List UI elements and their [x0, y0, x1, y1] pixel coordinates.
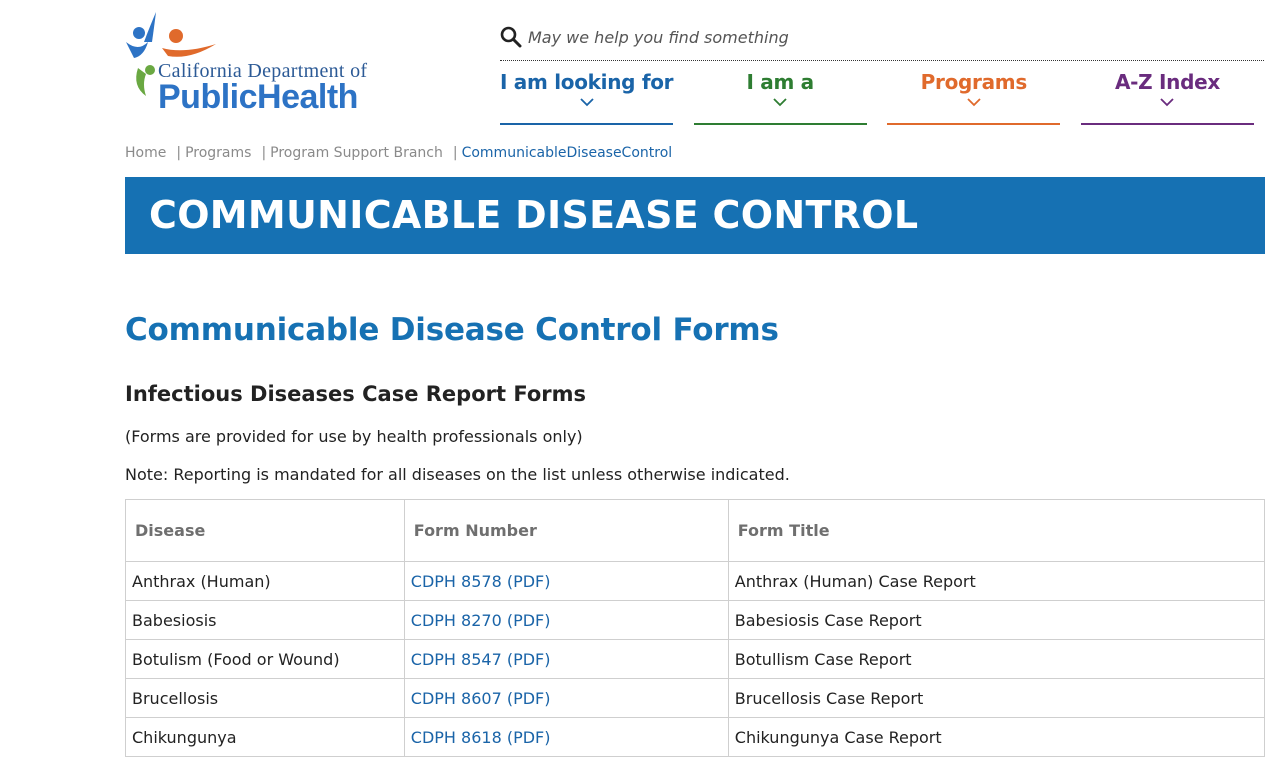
- page-banner: COMMUNICABLE DISEASE CONTROL: [125, 177, 1265, 254]
- table-row: Botulism (Food or Wound) CDPH 8547 (PDF)…: [125, 639, 1266, 679]
- chevron-down-icon: [967, 98, 981, 107]
- form-number-link[interactable]: CDPH 8618 (PDF): [403, 717, 729, 757]
- chevron-down-icon: [1160, 98, 1175, 107]
- nav-label: Programs: [920, 70, 1028, 94]
- chevron-down-icon: [579, 98, 594, 107]
- nav-i-am-a[interactable]: I am a: [693, 66, 867, 125]
- table-row: Anthrax (Human) CDPH 8578 (PDF) Anthrax …: [125, 561, 1266, 601]
- header-disease: Disease: [125, 499, 405, 562]
- breadcrumb-home[interactable]: Home: [125, 145, 166, 161]
- nav-programs[interactable]: Programs: [887, 66, 1061, 125]
- banner-title: COMMUNICABLE DISEASE CONTROL: [149, 193, 919, 237]
- header-form-number: Form Number: [403, 499, 729, 562]
- form-number-link[interactable]: CDPH 8607 (PDF): [403, 678, 729, 718]
- logo-publichealth-text: PublicHealth: [158, 78, 358, 116]
- cdph-logo[interactable]: California Department of PublicHealth: [124, 8, 404, 120]
- search-icon[interactable]: [500, 26, 522, 48]
- form-title-cell: Chikungunya Case Report: [727, 717, 1266, 757]
- site-search: [500, 22, 1264, 61]
- table-header-row: Disease Form Number Form Title: [125, 499, 1266, 562]
- breadcrumb-program-support-branch[interactable]: Program Support Branch: [270, 145, 443, 161]
- header-form-title: Form Title: [727, 499, 1266, 562]
- page-title: Communicable Disease Control Forms: [125, 312, 779, 348]
- form-title-cell: Brucellosis Case Report: [727, 678, 1266, 718]
- form-number-link[interactable]: CDPH 8578 (PDF): [403, 561, 729, 601]
- form-title-cell: Babesiosis Case Report: [727, 600, 1266, 640]
- forms-usage-note: (Forms are provided for use by health pr…: [125, 427, 583, 446]
- nav-a-z-index[interactable]: A-Z Index: [1080, 66, 1254, 125]
- reporting-note: Note: Reporting is mandated for all dise…: [125, 465, 790, 484]
- nav-label: I am looking for: [500, 70, 674, 94]
- nav-label: A-Z Index: [1114, 70, 1220, 94]
- breadcrumb-current[interactable]: CommunicableDiseaseControl: [462, 145, 673, 161]
- breadcrumb-separator: |: [452, 145, 458, 161]
- disease-cell: Botulism (Food or Wound): [125, 639, 405, 679]
- table-row: Chikungunya CDPH 8618 (PDF) Chikungunya …: [125, 717, 1266, 757]
- disease-cell: Chikungunya: [125, 717, 405, 757]
- form-title-cell: Botullism Case Report: [727, 639, 1266, 679]
- form-number-link[interactable]: CDPH 8547 (PDF): [403, 639, 729, 679]
- table-row: Brucellosis CDPH 8607 (PDF) Brucellosis …: [125, 678, 1266, 718]
- case-report-forms-table: Disease Form Number Form Title Anthrax (…: [125, 499, 1266, 757]
- table-row: Babesiosis CDPH 8270 (PDF) Babesiosis Ca…: [125, 600, 1266, 640]
- breadcrumb-separator: |: [261, 145, 267, 161]
- section-heading: Infectious Diseases Case Report Forms: [125, 382, 586, 406]
- disease-cell: Anthrax (Human): [125, 561, 405, 601]
- form-title-cell: Anthrax (Human) Case Report: [727, 561, 1266, 601]
- nav-i-am-looking-for[interactable]: I am looking for: [500, 66, 674, 125]
- chevron-down-icon: [773, 98, 787, 107]
- main-nav: I am looking for I am a Programs A-Z Ind…: [500, 66, 1254, 126]
- disease-cell: Brucellosis: [125, 678, 405, 718]
- nav-label: I am a: [746, 70, 814, 94]
- breadcrumb-separator: |: [176, 145, 182, 161]
- breadcrumb: Home | Programs | Program Support Branch | Com…: [125, 145, 672, 161]
- breadcrumb-programs[interactable]: Programs: [185, 145, 251, 161]
- search-input[interactable]: [528, 28, 1228, 47]
- disease-cell: Babesiosis: [125, 600, 405, 640]
- form-number-link[interactable]: CDPH 8270 (PDF): [403, 600, 729, 640]
